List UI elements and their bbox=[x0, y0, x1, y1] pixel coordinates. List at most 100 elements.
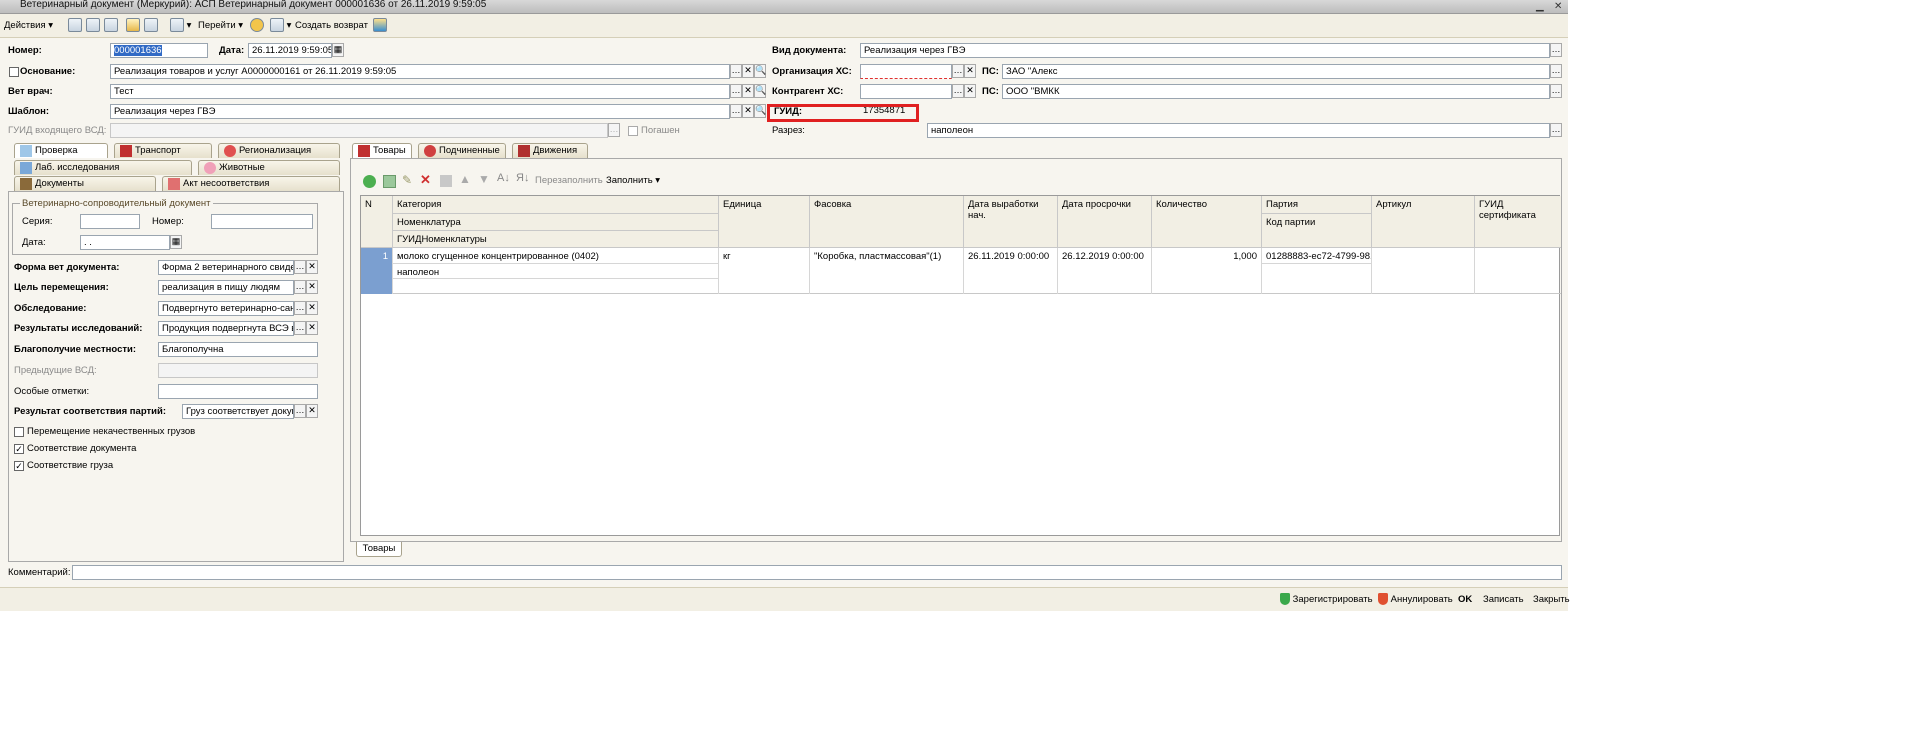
doctype-field[interactable]: Реализация через ГВЭ bbox=[860, 43, 1550, 58]
clear-icon[interactable]: ✕ bbox=[306, 404, 318, 418]
cell-batch-code[interactable] bbox=[1262, 264, 1372, 294]
close-button[interactable]: Закрыть bbox=[1533, 592, 1570, 608]
cell-packing[interactable]: "Коробка, пластмассовая"(1) bbox=[810, 248, 964, 294]
move-down-icon[interactable]: ▼ bbox=[478, 172, 490, 186]
select-button[interactable]: … bbox=[952, 64, 964, 78]
select-button[interactable]: … bbox=[294, 260, 306, 274]
col-unit[interactable]: Единица bbox=[719, 196, 810, 248]
col-quantity[interactable]: Количество bbox=[1152, 196, 1262, 248]
doc-conform-checkbox[interactable]: ✓ bbox=[14, 444, 24, 454]
actions-menu[interactable]: Действия ▾ bbox=[4, 18, 53, 34]
select-button[interactable]: … bbox=[294, 321, 306, 335]
cell-category[interactable]: молоко сгущенное концентрированное (0402… bbox=[393, 248, 719, 264]
ps1-field[interactable]: ЗАО "Алекс bbox=[1002, 64, 1550, 79]
guid-field[interactable]: 17354871 bbox=[860, 104, 1560, 119]
sort-desc-icon[interactable]: Я↓ bbox=[516, 172, 529, 184]
select-button[interactable]: … bbox=[1550, 123, 1562, 137]
vet-field[interactable]: Тест bbox=[110, 84, 730, 99]
select-button[interactable]: … bbox=[730, 104, 742, 118]
sort-asc-icon[interactable]: A↓ bbox=[497, 172, 510, 184]
copy-row-icon[interactable] bbox=[383, 175, 396, 188]
clear-icon[interactable]: ✕ bbox=[964, 84, 976, 98]
clear-icon[interactable]: ✕ bbox=[306, 280, 318, 294]
save-button[interactable]: Записать bbox=[1483, 592, 1524, 608]
mercury-icon[interactable] bbox=[373, 18, 387, 34]
col-batch[interactable]: Партия bbox=[1262, 196, 1372, 214]
purpose-field[interactable]: реализация в пищу людям bbox=[158, 280, 294, 295]
razrez-field[interactable]: наполеон bbox=[927, 123, 1550, 138]
special-field[interactable] bbox=[158, 384, 318, 399]
cell-unit[interactable]: кг bbox=[719, 248, 810, 294]
col-category[interactable]: Категория bbox=[393, 196, 719, 214]
edit-icon[interactable]: ✎ bbox=[402, 173, 412, 187]
cell-batch[interactable]: 01288883-ec72-4799-98... bbox=[1262, 248, 1372, 264]
comment-field[interactable] bbox=[72, 565, 1562, 580]
tab-animals[interactable]: Животные bbox=[198, 160, 340, 175]
col-nomenclature[interactable]: Номенклатура bbox=[393, 214, 719, 231]
cell-expiry-date[interactable]: 26.12.2019 0:00:00 bbox=[1058, 248, 1152, 294]
structure-icon[interactable]: ▾ bbox=[170, 18, 191, 34]
cell-certificate-guid[interactable] bbox=[1475, 248, 1561, 294]
tab-subordinate[interactable]: Подчиненные bbox=[418, 143, 506, 158]
clear-icon[interactable]: ✕ bbox=[742, 104, 754, 118]
results-field[interactable]: Продукция подвергнута ВСЭ в полном объем… bbox=[158, 321, 294, 336]
col-packing[interactable]: Фасовка bbox=[810, 196, 964, 248]
form-field[interactable]: Форма 2 ветеринарного свидетельства bbox=[158, 260, 294, 275]
lowq-checkbox[interactable] bbox=[14, 427, 24, 437]
back-icon[interactable] bbox=[68, 18, 82, 34]
fill-button[interactable]: Заполнить ▾ bbox=[606, 174, 660, 188]
create-return-button[interactable]: Создать возврат bbox=[295, 18, 368, 34]
basis-field[interactable]: Реализация товаров и услуг А0000000161 о… bbox=[110, 64, 730, 79]
clear-icon[interactable]: ✕ bbox=[306, 321, 318, 335]
tab-transport[interactable]: Транспорт bbox=[114, 143, 212, 158]
help-icon[interactable] bbox=[250, 18, 264, 34]
vsd-date-field[interactable]: . . bbox=[80, 235, 170, 250]
conform-field[interactable]: Груз соответствует документам bbox=[182, 404, 294, 419]
date-field[interactable]: 26.11.2019 9:59:05 bbox=[248, 43, 332, 58]
tab-movements[interactable]: Движения bbox=[512, 143, 588, 158]
col-production-date[interactable]: Дата выработки нач. bbox=[964, 196, 1058, 248]
select-button[interactable]: … bbox=[730, 64, 742, 78]
add-icon[interactable] bbox=[363, 175, 376, 188]
open-icon[interactable]: 🔍 bbox=[754, 84, 766, 98]
open-icon[interactable]: 🔍 bbox=[754, 104, 766, 118]
tab-docs[interactable]: Документы bbox=[14, 176, 156, 191]
cell-guid-nomenclature[interactable] bbox=[393, 279, 719, 294]
bottom-tab-goods[interactable]: Товары bbox=[356, 542, 402, 557]
open-icon[interactable]: 🔍 bbox=[754, 64, 766, 78]
clear-icon[interactable]: ✕ bbox=[306, 301, 318, 315]
tab-lab[interactable]: Лаб. исследования bbox=[14, 160, 192, 175]
col-n[interactable]: N bbox=[361, 196, 393, 248]
copy-icon[interactable] bbox=[104, 18, 118, 34]
col-batch-code[interactable]: Код партии bbox=[1262, 214, 1372, 248]
cargo-conform-checkbox[interactable]: ✓ bbox=[14, 461, 24, 471]
select-button[interactable]: … bbox=[294, 280, 306, 294]
tab-act[interactable]: Акт несоответствия bbox=[162, 176, 340, 191]
minimize-icon[interactable]: ▁ bbox=[1536, 1, 1544, 12]
number-field[interactable]: 000001636 bbox=[110, 43, 208, 58]
unpost-icon[interactable] bbox=[144, 18, 158, 34]
select-button[interactable]: … bbox=[294, 404, 306, 418]
select-button[interactable]: … bbox=[1550, 84, 1562, 98]
inspection-field[interactable]: Подвергнуто ветеринарно-санитарному осмо… bbox=[158, 301, 294, 316]
cancel-doc-button[interactable]: Аннулировать bbox=[1378, 592, 1453, 608]
welfare-field[interactable]: Благополучна bbox=[158, 342, 318, 357]
calendar-icon[interactable]: ▦ bbox=[170, 235, 182, 249]
tab-goods[interactable]: Товары bbox=[352, 143, 412, 158]
template-field[interactable]: Реализация через ГВЭ bbox=[110, 104, 730, 119]
cell-nomenclature[interactable]: наполеон bbox=[393, 264, 719, 279]
print-icon[interactable]: ▾ bbox=[270, 18, 291, 34]
select-button[interactable]: … bbox=[952, 84, 964, 98]
calendar-icon[interactable]: ▦ bbox=[332, 43, 344, 57]
delete-icon[interactable]: ✕ bbox=[420, 172, 431, 188]
refill-button[interactable]: Перезаполнить bbox=[535, 174, 603, 188]
register-button[interactable]: Зарегистрировать bbox=[1280, 592, 1373, 608]
goto-menu[interactable]: Перейти ▾ bbox=[198, 18, 243, 34]
clear-icon[interactable]: ✕ bbox=[742, 84, 754, 98]
col-article[interactable]: Артикул bbox=[1372, 196, 1475, 248]
ok-button[interactable]: OK bbox=[1458, 592, 1472, 608]
basis-checkbox[interactable] bbox=[9, 67, 19, 77]
contr-field[interactable] bbox=[860, 84, 952, 99]
cell-article[interactable] bbox=[1372, 248, 1475, 294]
cell-production-date[interactable]: 26.11.2019 0:00:00 bbox=[964, 248, 1058, 294]
